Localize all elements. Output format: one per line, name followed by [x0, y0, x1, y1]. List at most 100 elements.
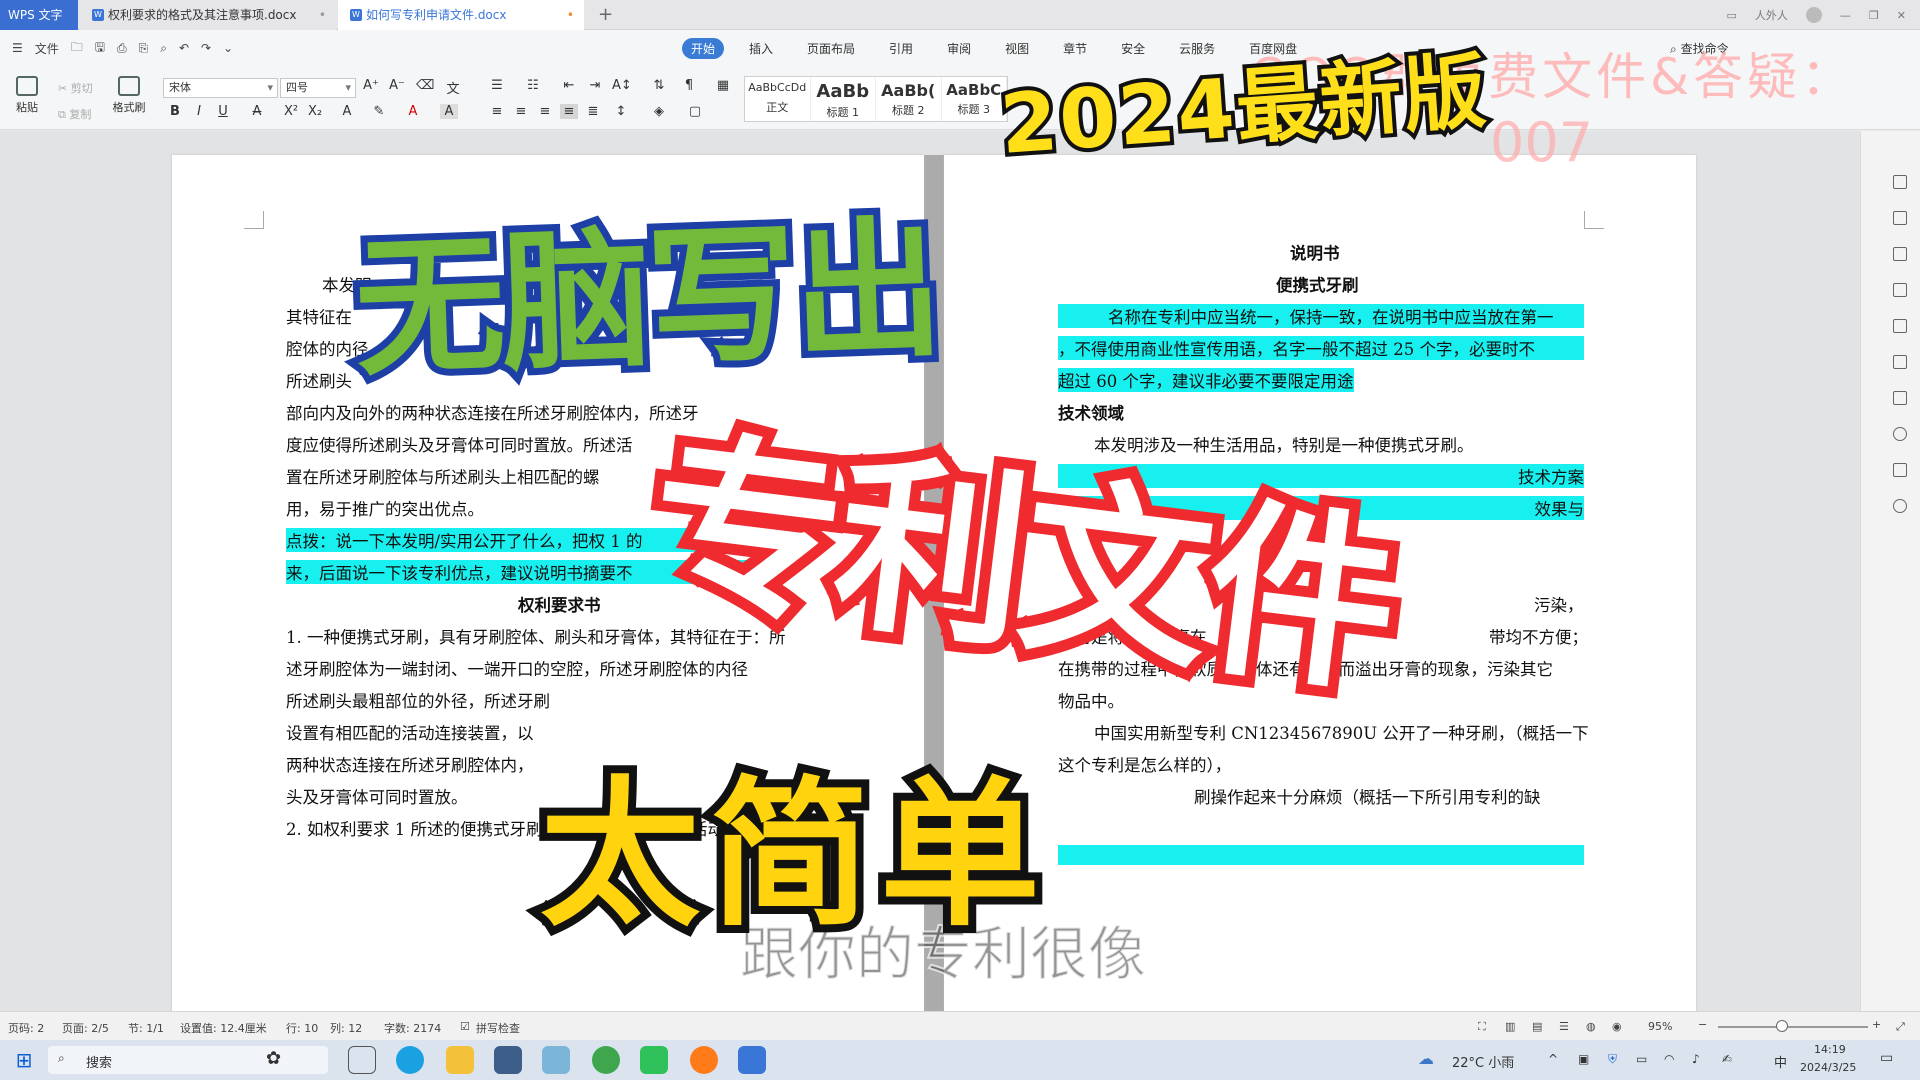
align-center-icon[interactable]: ≡: [512, 104, 530, 119]
char-shading-icon[interactable]: A: [440, 104, 458, 119]
cut-button[interactable]: ✂ 剪切: [58, 80, 93, 96]
highlight-icon[interactable]: ✎: [370, 104, 388, 119]
image-icon[interactable]: [1893, 463, 1907, 477]
file-menu[interactable]: 文件: [35, 40, 59, 57]
undo-icon[interactable]: ↶: [179, 41, 189, 55]
table-icon[interactable]: ▦: [714, 78, 732, 93]
superscript-icon[interactable]: X²: [282, 104, 300, 119]
number-list-icon[interactable]: ☷: [524, 78, 542, 93]
tray-expand-icon[interactable]: ^: [1548, 1052, 1558, 1066]
zoom-slider[interactable]: [1718, 1026, 1868, 1028]
history-icon[interactable]: [1893, 427, 1907, 441]
archive-icon[interactable]: [1893, 319, 1907, 333]
borders-icon[interactable]: ▢: [686, 104, 704, 119]
font-color-icon[interactable]: A: [404, 104, 422, 119]
tray-app-icon[interactable]: ▣: [1578, 1052, 1589, 1066]
select-icon[interactable]: [1893, 211, 1907, 225]
customize-icon[interactable]: ⌄: [223, 41, 233, 55]
share-icon[interactable]: [1893, 499, 1907, 513]
unsaved-dot-icon[interactable]: •: [567, 0, 574, 30]
document-tab-2[interactable]: W 如何写专利申请文件.docx •: [338, 0, 584, 30]
style-heading-1[interactable]: AaBb 标题 1: [811, 77, 876, 121]
spell-check-label[interactable]: 拼写检查: [476, 1020, 520, 1036]
tab-insert[interactable]: 插入: [740, 38, 782, 59]
tab-security[interactable]: 安全: [1112, 38, 1154, 59]
underline-icon[interactable]: U: [214, 104, 232, 119]
redo-icon[interactable]: ↷: [201, 41, 211, 55]
zoom-slider-knob[interactable]: [1776, 1020, 1788, 1032]
copy-button[interactable]: ⧉ 复制: [58, 106, 91, 122]
show-marks-icon[interactable]: ¶: [680, 78, 698, 93]
distribute-icon[interactable]: ≣: [584, 104, 602, 119]
grow-font-icon[interactable]: A⁺: [362, 78, 380, 93]
align-right-icon[interactable]: ≡: [536, 104, 554, 119]
tab-chapter[interactable]: 章节: [1054, 38, 1096, 59]
minimize-icon[interactable]: —: [1840, 9, 1851, 22]
font-name-select[interactable]: 宋体: [163, 78, 278, 98]
layout-icon[interactable]: ▭: [1727, 9, 1737, 22]
shrink-font-icon[interactable]: A⁻: [388, 78, 406, 93]
document-tab-1[interactable]: W 权利要求的格式及其注意事项.docx •: [80, 0, 336, 30]
taskbar-search[interactable]: ⌕ 搜索 ✿: [48, 1046, 328, 1074]
print-preview-icon[interactable]: ⌕: [160, 41, 167, 56]
close-icon[interactable]: ✕: [1897, 9, 1906, 22]
settings-sliders-icon[interactable]: [1893, 391, 1907, 405]
shield-icon[interactable]: ⛨: [1608, 1052, 1617, 1067]
style-normal[interactable]: AaBbCcDd 正文: [745, 77, 811, 121]
weather-text[interactable]: 22°C 小雨: [1452, 1052, 1514, 1071]
file-explorer-icon[interactable]: [446, 1046, 474, 1074]
bold-icon[interactable]: B: [166, 104, 184, 119]
clock-date[interactable]: 2024/3/25: [1800, 1061, 1856, 1074]
zoom-out-icon[interactable]: −: [1698, 1018, 1707, 1031]
tab-view[interactable]: 视图: [996, 38, 1038, 59]
font-size-select[interactable]: 四号: [280, 78, 356, 98]
fit-page-icon[interactable]: ⤢: [1896, 1020, 1905, 1034]
status-word-count[interactable]: 字数: 2174: [384, 1020, 441, 1036]
notepad-icon[interactable]: [542, 1046, 570, 1074]
page-view-icon[interactable]: ▤: [1532, 1020, 1542, 1033]
avatar[interactable]: [1805, 7, 1822, 23]
task-view-icon[interactable]: [348, 1046, 376, 1074]
store-icon[interactable]: [494, 1046, 522, 1074]
save-icon[interactable]: 🖫: [95, 38, 105, 59]
bullet-list-icon[interactable]: ☰: [488, 78, 506, 93]
notification-icon[interactable]: ▭: [1880, 1050, 1893, 1066]
tab-references[interactable]: 引用: [880, 38, 922, 59]
app-logo[interactable]: WPS 文字: [0, 0, 78, 30]
close-tab-icon[interactable]: •: [319, 0, 326, 30]
zoom-level[interactable]: 95%: [1648, 1020, 1672, 1033]
outline-icon[interactable]: [1893, 355, 1907, 369]
paste-button[interactable]: 粘贴: [12, 76, 42, 115]
status-page[interactable]: 页面: 2/5: [62, 1020, 109, 1036]
start-button-icon[interactable]: ⊞: [10, 1046, 38, 1074]
outdent-icon[interactable]: ⇤: [560, 78, 578, 93]
edit-icon[interactable]: [1893, 175, 1907, 189]
new-tab-button[interactable]: +: [598, 0, 613, 30]
wps-writer-icon[interactable]: [738, 1046, 766, 1074]
volume-icon[interactable]: ♪: [1692, 1052, 1700, 1066]
outline-view-icon[interactable]: ☰: [1559, 1020, 1569, 1033]
ime-indicator[interactable]: 中: [1774, 1052, 1787, 1071]
translate-icon[interactable]: [1893, 283, 1907, 297]
restore-icon[interactable]: ❐: [1869, 9, 1879, 22]
battery-icon[interactable]: ▭: [1636, 1052, 1647, 1066]
strikethrough-icon[interactable]: A: [248, 104, 266, 119]
line-spacing-icon[interactable]: ↕: [612, 104, 630, 119]
green-app-icon[interactable]: [592, 1046, 620, 1074]
clear-format-icon[interactable]: ⌫: [416, 78, 434, 93]
subscript-icon[interactable]: X₂: [306, 104, 324, 119]
sort-icon[interactable]: ⇅: [650, 78, 668, 93]
tab-page-layout[interactable]: 页面布局: [798, 38, 864, 59]
tab-review[interactable]: 审阅: [938, 38, 980, 59]
wechat-icon[interactable]: [640, 1046, 668, 1074]
tab-home[interactable]: 开始: [682, 37, 725, 59]
wifi-icon[interactable]: ◠: [1664, 1052, 1674, 1066]
firefox-icon[interactable]: [690, 1046, 718, 1074]
italic-icon[interactable]: I: [190, 104, 208, 119]
style-heading-2[interactable]: AaBb(标题 2: [876, 77, 942, 121]
user-name[interactable]: 人外人: [1755, 7, 1788, 23]
hamburger-icon[interactable]: ☰: [12, 41, 23, 55]
char-scale-icon[interactable]: A↕: [612, 78, 632, 93]
phonetic-icon[interactable]: 文: [444, 78, 462, 97]
print-icon[interactable]: ⎘: [139, 41, 149, 56]
